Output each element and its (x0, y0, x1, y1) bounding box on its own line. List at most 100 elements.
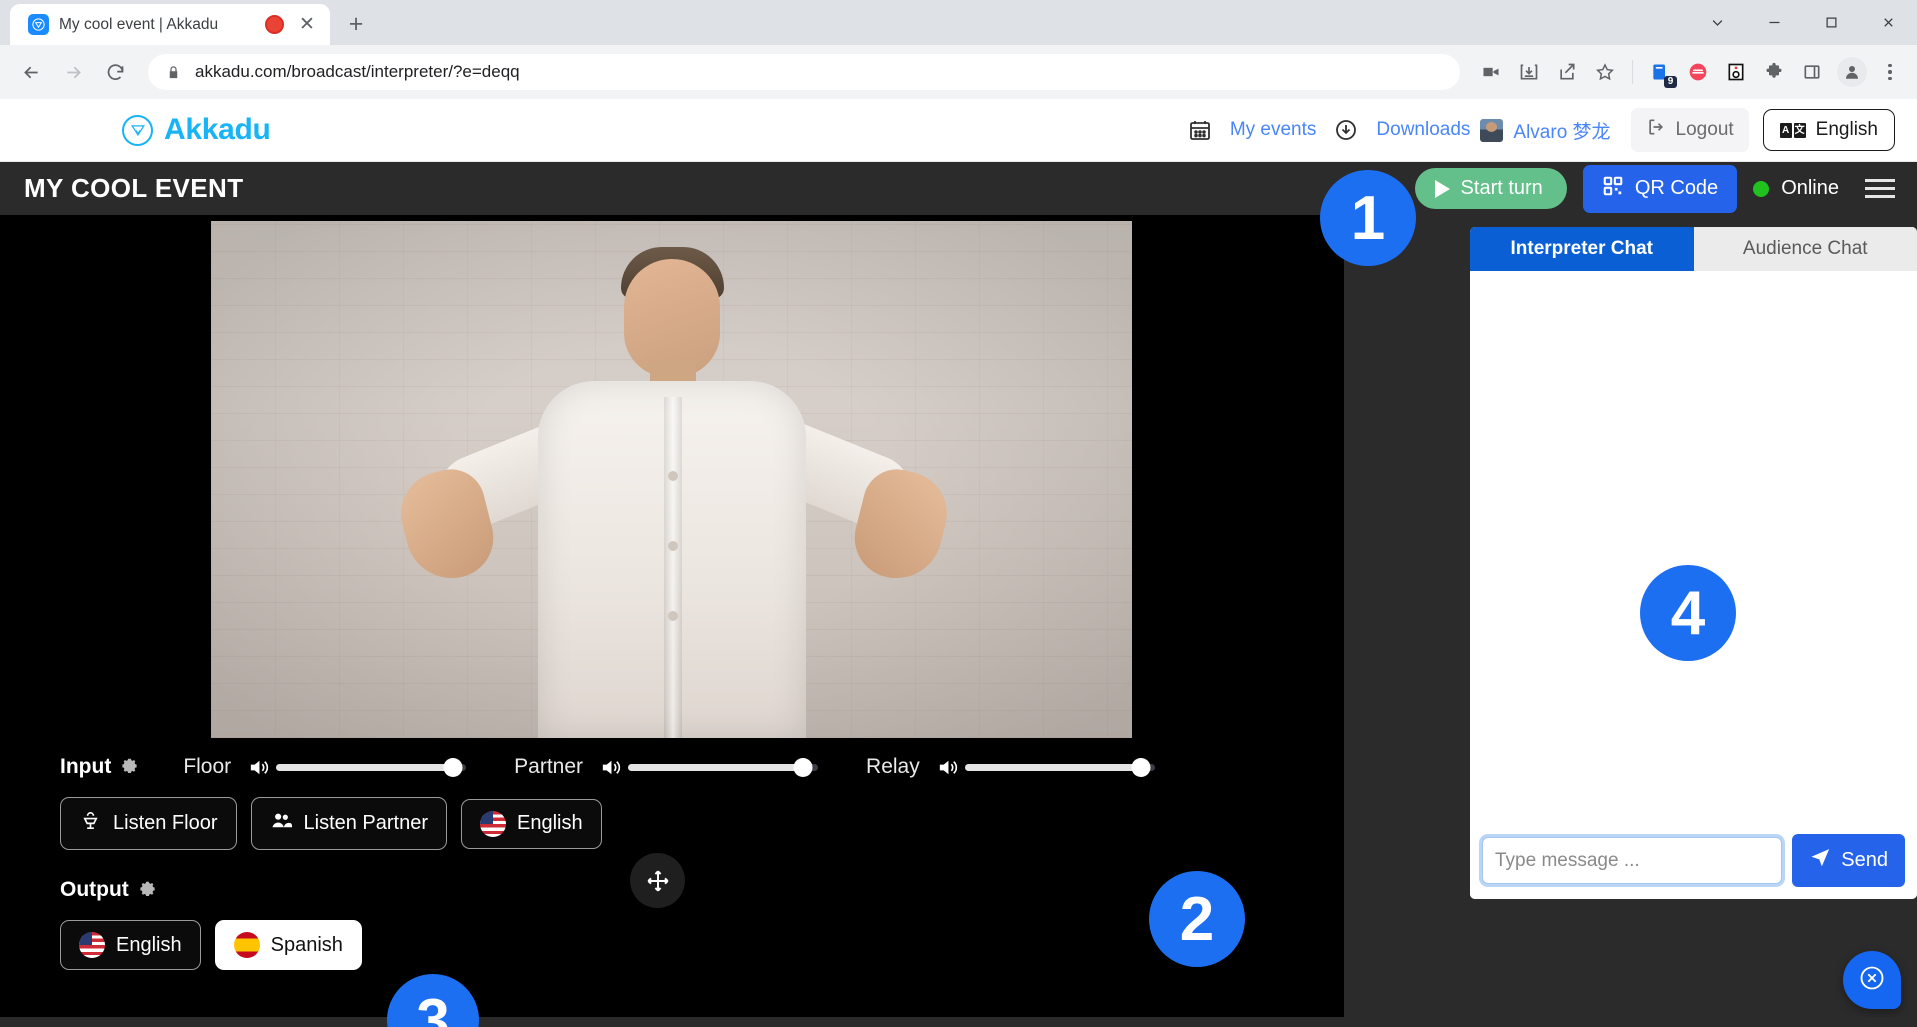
callout-badge-1-number: 1 (1350, 183, 1386, 253)
close-icon[interactable]: ✕ (294, 12, 320, 38)
audio-capture-extension-icon[interactable] (1719, 55, 1753, 89)
screen-record-icon[interactable] (1474, 55, 1508, 89)
brand-logo[interactable]: Akkadu (122, 113, 271, 147)
input-row: Input Floor Partner Relay (60, 755, 1284, 779)
video-and-controls-pane: Input Floor Partner Relay Listen Floor L… (0, 215, 1344, 1027)
site-header-nav: My events Downloads Alvaro 梦龙 Logout A 文… (1180, 108, 1895, 152)
reload-icon[interactable] (96, 53, 134, 91)
maximize-icon[interactable] (1803, 0, 1860, 45)
browser-tab[interactable]: My cool event | Akkadu ✕ (10, 4, 330, 45)
start-turn-button[interactable]: Start turn (1414, 168, 1567, 209)
output-gear-icon[interactable] (138, 881, 157, 900)
status-label: Online (1781, 177, 1839, 199)
event-bar: MY COOL EVENT Start turn QR Code Online (0, 162, 1917, 215)
grammarly-extension-icon[interactable] (1681, 55, 1715, 89)
speaker-icon[interactable] (599, 756, 622, 779)
speaker-figure (391, 221, 956, 738)
chat-message-list[interactable] (1470, 271, 1917, 824)
input-gear-icon[interactable] (120, 758, 139, 777)
browser-tab-title: My cool event | Akkadu (59, 15, 219, 33)
lock-icon (166, 65, 181, 80)
output-buttons: English Spanish (60, 920, 1284, 970)
language-selector-button[interactable]: A文 English (1762, 109, 1895, 151)
akkadu-favicon-icon (28, 14, 49, 35)
podium-icon (79, 809, 102, 838)
chat-message-input[interactable] (1482, 837, 1783, 884)
people-icon (270, 809, 293, 838)
chrome-menu-icon[interactable] (1875, 63, 1905, 81)
logout-button[interactable]: Logout (1630, 108, 1749, 152)
nav-link-user[interactable]: Alvaro 梦龙 (1503, 117, 1620, 144)
callout-badge-2-number: 2 (1179, 884, 1215, 954)
close-floating-button[interactable] (1843, 951, 1901, 1009)
qr-code-label: QR Code (1634, 177, 1719, 199)
download-circle-icon[interactable] (1326, 118, 1366, 142)
send-label: Send (1841, 849, 1888, 871)
bookmark-star-icon[interactable] (1588, 55, 1622, 89)
logout-label: Logout (1675, 119, 1734, 140)
akkadu-logo-icon (122, 114, 153, 146)
hamburger-menu-icon[interactable] (1861, 175, 1899, 202)
input-language-english-label: English (517, 812, 583, 834)
chevron-down-icon[interactable] (1689, 0, 1746, 45)
channel-floor-label: Floor (183, 755, 232, 778)
callout-badge-4: 4 (1640, 565, 1736, 661)
listen-floor-button[interactable]: Listen Floor (60, 797, 237, 850)
input-language-english-button[interactable]: English (461, 798, 602, 849)
send-paper-plane-icon (1809, 846, 1832, 875)
browser-tabstrip: My cool event | Akkadu ✕ + (0, 0, 1917, 45)
tab-audience-chat[interactable]: Audience Chat (1693, 227, 1917, 271)
chat-tabs: Interpreter Chat Audience Chat (1470, 227, 1917, 271)
share-icon[interactable] (1550, 55, 1584, 89)
flag-es-icon (233, 932, 260, 958)
partner-volume-slider[interactable] (628, 758, 819, 777)
event-title: MY COOL EVENT (24, 173, 244, 203)
back-arrow-icon[interactable] (12, 53, 50, 91)
channel-floor: Floor (183, 755, 467, 779)
language-label: English (1815, 119, 1878, 140)
install-app-icon[interactable] (1512, 55, 1546, 89)
logout-icon (1646, 117, 1666, 143)
address-bar-url: akkadu.com/broadcast/interpreter/?e=deqq (195, 62, 520, 81)
speaker-icon[interactable] (247, 756, 270, 779)
video-player[interactable] (211, 221, 1132, 738)
forward-arrow-icon[interactable] (54, 53, 92, 91)
channel-partner: Partner (514, 755, 819, 779)
page-content: Akkadu My events Downloads Alvaro 梦龙 Log… (0, 99, 1917, 1027)
browser-toolbar-icons: 9 (1474, 55, 1905, 89)
start-turn-label: Start turn (1460, 177, 1543, 199)
chat-pane: Interpreter Chat Audience Chat Send (1344, 215, 1917, 1027)
tab-interpreter-chat[interactable]: Interpreter Chat (1470, 227, 1694, 271)
send-message-button[interactable]: Send (1792, 834, 1905, 887)
side-panel-icon[interactable] (1795, 55, 1829, 89)
calendar-icon[interactable] (1180, 118, 1220, 142)
nav-downloads-label: Downloads (1376, 119, 1471, 140)
output-row: Output (60, 878, 1284, 902)
reading-list-extension-icon[interactable]: 9 (1643, 55, 1677, 89)
address-bar[interactable]: akkadu.com/broadcast/interpreter/?e=deqq (148, 54, 1460, 90)
nav-link-my-events[interactable]: My events (1220, 119, 1327, 141)
output-language-spanish-button[interactable]: Spanish (214, 920, 362, 970)
output-language-english-button[interactable]: English (60, 920, 201, 970)
user-avatar-icon (1480, 118, 1504, 142)
work-area: Input Floor Partner Relay Listen Floor L… (0, 215, 1917, 1027)
window-close-icon[interactable] (1860, 0, 1917, 45)
browser-toolbar: akkadu.com/broadcast/interpreter/?e=deqq (0, 45, 1917, 99)
nav-link-downloads[interactable]: Downloads (1366, 119, 1480, 141)
channel-relay-label: Relay (866, 755, 920, 778)
profile-avatar-icon[interactable] (1837, 57, 1867, 87)
qr-code-icon (1602, 175, 1624, 203)
chat-compose-row: Send (1470, 824, 1917, 899)
event-actions: Start turn QR Code Online (1414, 164, 1899, 213)
brand-name: Akkadu (164, 113, 271, 146)
relay-volume-slider[interactable] (964, 758, 1155, 777)
channel-relay: Relay (866, 755, 1155, 779)
minimize-icon[interactable] (1746, 0, 1803, 45)
listen-partner-button[interactable]: Listen Partner (250, 797, 448, 850)
play-icon (1434, 179, 1450, 198)
floor-volume-slider[interactable] (276, 758, 467, 777)
speaker-icon[interactable] (936, 756, 959, 779)
new-tab-icon[interactable]: + (338, 6, 374, 42)
qr-code-button[interactable]: QR Code (1582, 164, 1738, 213)
extensions-puzzle-icon[interactable] (1757, 55, 1791, 89)
